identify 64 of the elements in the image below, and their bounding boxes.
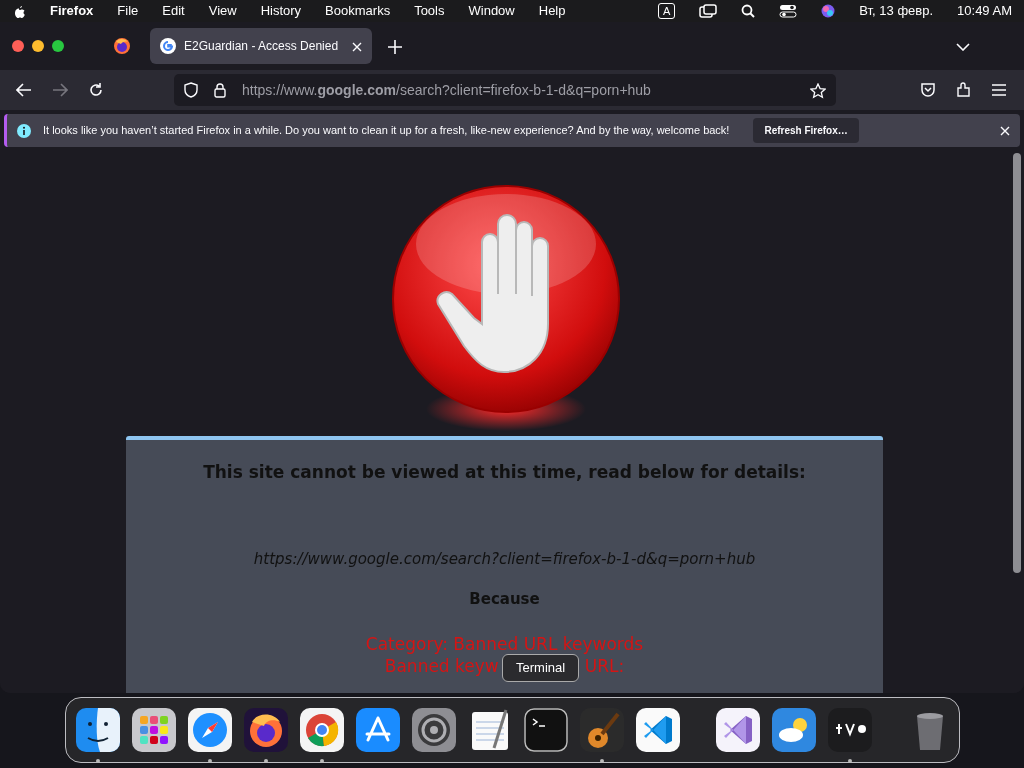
close-icon[interactable] (1000, 126, 1010, 137)
code-editor-icon[interactable] (636, 708, 680, 752)
reload-icon (88, 82, 104, 98)
new-tab-icon[interactable] (388, 39, 402, 54)
firefox-icon (113, 37, 131, 55)
app-menu[interactable]: Firefox (50, 1, 94, 21)
clock-date[interactable]: Вт, 13 февр. (859, 1, 934, 21)
clock-time[interactable]: 10:49 AM (957, 1, 1012, 21)
menu-item[interactable]: Tools (414, 1, 445, 21)
refresh-button[interactable]: Refresh Firefox… (753, 118, 859, 143)
shield-icon[interactable] (184, 82, 198, 98)
extensions-icon[interactable] (956, 82, 972, 98)
firefox-icon[interactable] (244, 708, 288, 752)
code-editor-icon[interactable] (716, 708, 760, 752)
address-field[interactable]: https://www.google.com/search?client=firefox-b-1-d&q=porn+hub (174, 74, 836, 106)
forward-button[interactable] (52, 83, 68, 97)
menu-item[interactable]: Window (468, 1, 515, 21)
control-center-icon[interactable] (779, 4, 798, 18)
tv-app-icon[interactable] (828, 708, 872, 752)
menu-item[interactable]: File (117, 1, 139, 21)
info-icon (17, 123, 31, 138)
keyword-text-end: URL: (584, 655, 625, 676)
app-grid-icon[interactable] (132, 708, 176, 752)
compass-icon[interactable] (188, 708, 232, 752)
zoom-window-button[interactable] (52, 40, 64, 52)
finder-face-icon[interactable] (76, 708, 120, 752)
forward-arrow-icon (52, 83, 68, 97)
because-label: Because (468, 589, 541, 610)
keyword-text: Banned keyw (384, 655, 499, 676)
tab-title: E2Guardian - Access Denied (184, 38, 339, 55)
menu-item[interactable]: Help (538, 1, 566, 21)
input-source-indicator[interactable]: A (658, 3, 676, 19)
scrollbar[interactable] (1013, 153, 1021, 573)
lock-icon[interactable] (214, 82, 226, 98)
blocked-url: https://www.google.com/search?client=firefox-b-1-d&q=porn+hub (252, 548, 757, 570)
close-window-button[interactable] (12, 40, 24, 52)
chrome-icon[interactable] (300, 708, 344, 752)
star-icon[interactable] (810, 82, 826, 99)
url-text: https://www.google.com/search?client=firefox-b-1-d&q=porn+hub (242, 80, 651, 100)
reload-button[interactable] (88, 82, 104, 98)
close-icon[interactable] (352, 41, 362, 52)
terminal-icon[interactable] (524, 708, 568, 752)
menu-item[interactable]: View (208, 1, 237, 21)
back-button[interactable] (16, 83, 32, 97)
menu-item[interactable]: Edit (162, 1, 185, 21)
back-arrow-icon (16, 83, 32, 97)
denied-heading: This site cannot be viewed at this time, read below for details: (202, 461, 807, 484)
menu-item[interactable]: Bookmarks (325, 1, 391, 21)
dock-tooltip: Terminal (502, 654, 580, 682)
chevron-down-icon[interactable] (956, 42, 970, 51)
menu-item[interactable]: History (260, 1, 302, 21)
search-icon[interactable] (741, 4, 756, 18)
browser-tab[interactable]: E2Guardian - Access Denied (150, 28, 372, 64)
windows-icon[interactable] (699, 4, 718, 18)
weather-icon[interactable] (772, 708, 816, 752)
apple-menu-icon[interactable] (12, 3, 26, 19)
minimize-window-button[interactable] (32, 40, 44, 52)
pocket-icon[interactable] (920, 82, 936, 98)
google-icon (160, 38, 176, 54)
menu-icon[interactable] (992, 84, 1006, 96)
notification-message: It looks like you haven’t started Firefox in a while. Do you want to clean it up for a fresh, like-new experience? And by the way, welcome back! (43, 123, 730, 139)
category-text: Category: Banned URL keywords (365, 633, 644, 654)
app-store-icon[interactable] (356, 708, 400, 752)
assistant-icon[interactable] (821, 4, 836, 18)
